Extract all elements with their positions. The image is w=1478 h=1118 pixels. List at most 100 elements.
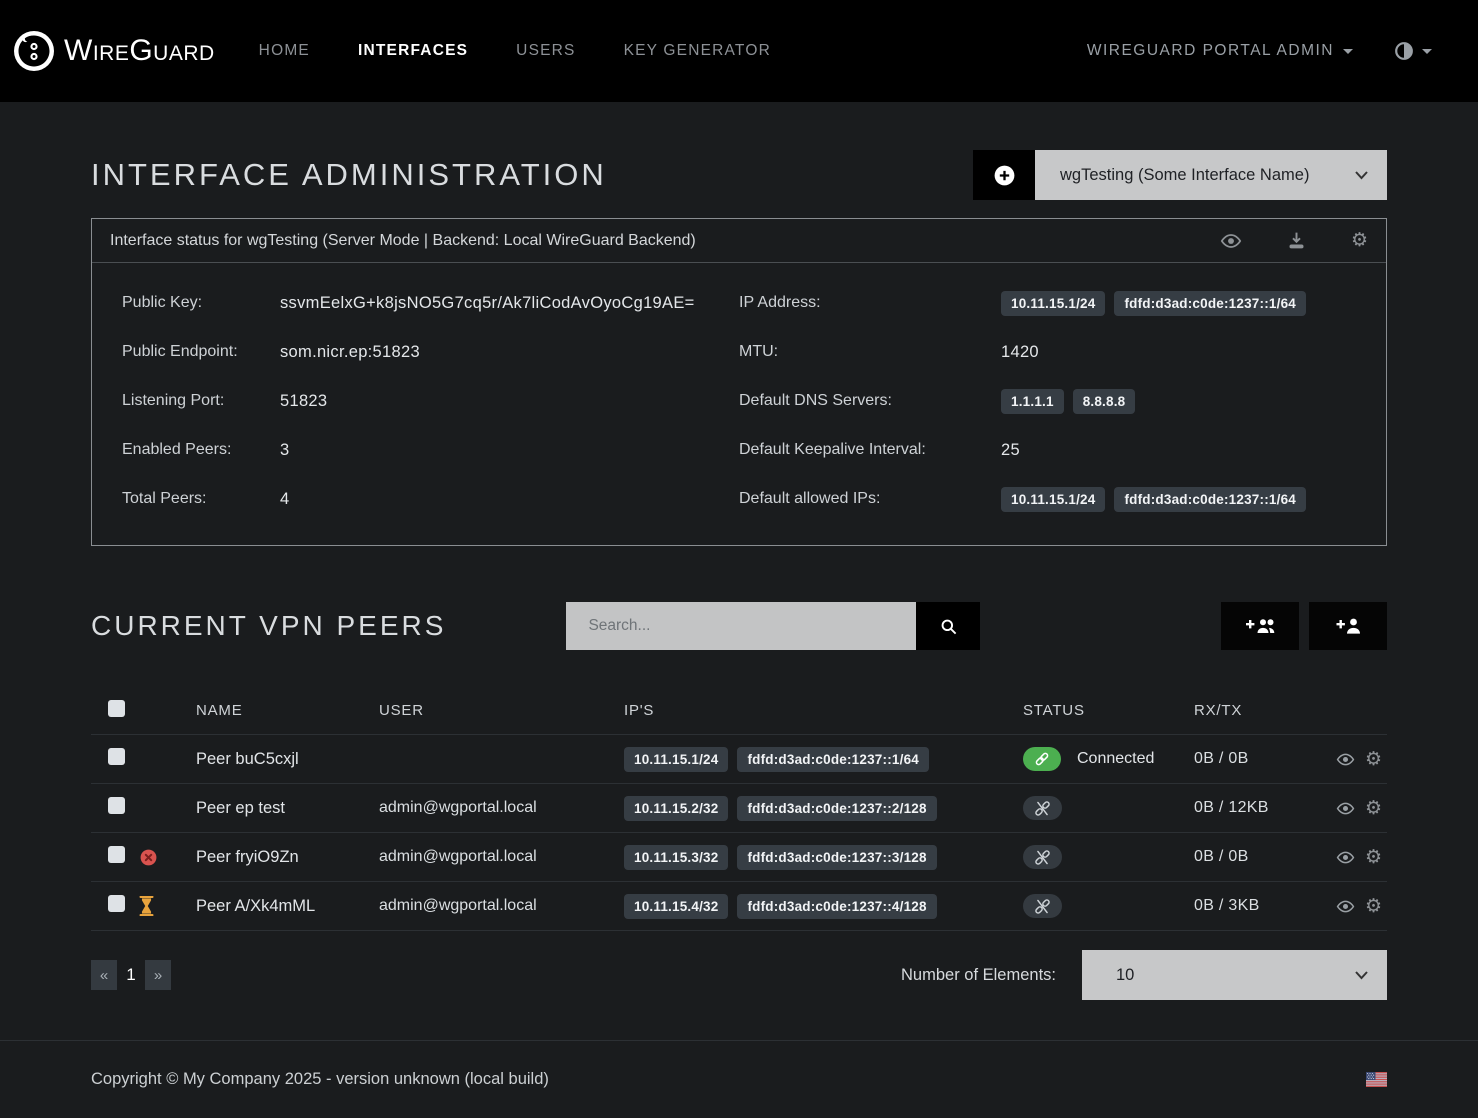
eye-icon — [1336, 750, 1355, 769]
page-title: INTERFACE ADMINISTRATION — [91, 157, 607, 193]
peer-view-button[interactable] — [1336, 750, 1355, 769]
peer-user: admin@wgportal.local — [379, 799, 624, 817]
field-label: Enabled Peers: — [122, 441, 280, 459]
search-button[interactable] — [916, 602, 980, 650]
chevron-down-icon — [1354, 170, 1369, 180]
field-label: Public Endpoint: — [122, 343, 280, 361]
keepalive-row: Default Keepalive Interval: 25 — [739, 438, 1356, 462]
peer-settings-button[interactable]: ⚙ — [1365, 848, 1382, 867]
peer-settings-button[interactable]: ⚙ — [1365, 750, 1382, 769]
peer-settings-button[interactable]: ⚙ — [1365, 897, 1382, 916]
peer-name: Peer fryiO9Zn — [196, 848, 379, 867]
row-checkbox[interactable] — [108, 846, 125, 863]
ip-badge: 10.11.15.1/24 — [1001, 291, 1105, 316]
row-checkbox[interactable] — [108, 797, 125, 814]
peer-ips: 10.11.15.2/32 fdfd:d3ad:c0de:1237::2/128 — [624, 796, 1023, 821]
user-menu[interactable]: WIREGUARD PORTAL ADMIN — [1087, 42, 1353, 60]
interface-select-value: wgTesting (Some Interface Name) — [1060, 166, 1309, 185]
table-header-row: NAME USER IP'S STATUS RX/TX — [91, 686, 1387, 735]
us-flag-icon[interactable] — [1366, 1072, 1387, 1087]
eye-icon — [1220, 230, 1242, 252]
public-key-value: ssvmEelxG+k8jsNO5G7cq5r/Ak7liCodAvOyoCg1… — [280, 294, 695, 313]
add-peer-button[interactable] — [1309, 602, 1387, 650]
pagination: « 1 » — [91, 960, 171, 990]
peer-ip-badge: 10.11.15.1/24 — [624, 747, 728, 772]
col-header-rxtx: RX/TX — [1194, 702, 1336, 719]
peer-name: Peer buC5cxjl — [196, 750, 379, 769]
search-icon — [939, 617, 958, 636]
peer-name: Peer A/Xk4mML — [196, 897, 379, 916]
allowed-ips-row: Default allowed IPs: 10.11.15.1/24 fdfd:… — [739, 487, 1356, 511]
status-label: Connected — [1077, 750, 1154, 768]
search-input[interactable] — [566, 602, 916, 650]
theme-half-circle-icon — [1393, 40, 1415, 62]
nav-item-interfaces[interactable]: INTERFACES — [358, 42, 468, 60]
peer-rxtx: 0B / 0B — [1194, 848, 1336, 866]
public-key-row: Public Key: ssvmEelxG+k8jsNO5G7cq5r/Ak7l… — [122, 291, 739, 315]
col-header-user: USER — [379, 702, 624, 719]
add-interface-button[interactable] — [973, 150, 1035, 200]
peer-ip-badge: 10.11.15.2/32 — [624, 796, 728, 821]
pagination-page-1[interactable]: 1 — [118, 960, 144, 990]
interface-select[interactable]: wgTesting (Some Interface Name) — [1035, 150, 1387, 200]
peers-section-title: CURRENT VPN PEERS — [91, 610, 446, 642]
interface-status-card: Interface status for wgTesting (Server M… — [91, 218, 1387, 546]
gear-icon: ⚙ — [1365, 750, 1382, 769]
status-badge — [1023, 747, 1061, 771]
field-label: Default DNS Servers: — [739, 392, 1001, 410]
allowed-ip-badge: 10.11.15.1/24 — [1001, 487, 1105, 512]
peer-view-button[interactable] — [1336, 799, 1355, 818]
gear-icon: ⚙ — [1351, 231, 1368, 250]
field-label: Total Peers: — [122, 490, 280, 508]
peer-view-button[interactable] — [1336, 848, 1355, 867]
field-label: Default Keepalive Interval: — [739, 441, 1001, 459]
pagination-prev-button[interactable]: « — [91, 960, 117, 990]
download-config-button[interactable] — [1286, 230, 1307, 251]
field-label: Default allowed IPs: — [739, 490, 1001, 508]
peer-settings-button[interactable]: ⚙ — [1365, 799, 1382, 818]
eye-icon — [1336, 897, 1355, 916]
circle-x-icon — [139, 848, 158, 867]
peer-ip-badge: fdfd:d3ad:c0de:1237::2/128 — [737, 796, 936, 821]
peer-ips: 10.11.15.1/24fdfd:d3ad:c0de:1237::1/64 — [624, 747, 1023, 772]
public-endpoint-value: som.nicr.ep:51823 — [280, 343, 420, 362]
total-peers-row: Total Peers: 4 — [122, 487, 739, 511]
gear-icon: ⚙ — [1365, 848, 1382, 867]
elements-per-page-select[interactable]: 10 — [1082, 950, 1387, 1000]
view-config-button[interactable] — [1220, 230, 1242, 252]
status-badge — [1023, 894, 1062, 918]
gear-icon: ⚙ — [1365, 799, 1382, 818]
dns-badge: 8.8.8.8 — [1073, 389, 1136, 414]
table-row: Peer buC5cxjl 10.11.15.1/24fdfd:d3ad:c0d… — [91, 735, 1387, 784]
elements-per-page-label: Number of Elements: — [901, 966, 1056, 985]
card-title: Interface status for wgTesting (Server M… — [110, 232, 696, 250]
status-badge — [1023, 845, 1062, 869]
add-multiple-peers-button[interactable] — [1221, 602, 1299, 650]
mtu-row: MTU: 1420 — [739, 340, 1356, 364]
select-all-checkbox[interactable] — [108, 700, 125, 717]
table-row: Peer ep test admin@wgportal.local 10.11.… — [91, 784, 1387, 833]
col-header-ips: IP'S — [624, 702, 1023, 719]
nav-item-users[interactable]: USERS — [516, 42, 575, 60]
nav-links: HOME INTERFACES USERS KEY GENERATOR — [259, 42, 771, 60]
table-row: Peer A/Xk4mML admin@wgportal.local 10.11… — [91, 882, 1387, 931]
allowed-ip-badge: fdfd:d3ad:c0de:1237::1/64 — [1114, 487, 1306, 512]
theme-toggle[interactable] — [1393, 40, 1432, 62]
interface-settings-button[interactable]: ⚙ — [1351, 231, 1368, 250]
ip-address-row: IP Address: 10.11.15.1/24 fdfd:d3ad:c0de… — [739, 291, 1356, 315]
row-checkbox[interactable] — [108, 748, 125, 765]
brand[interactable]: WireGuard — [12, 29, 215, 73]
peer-view-button[interactable] — [1336, 897, 1355, 916]
listening-port-row: Listening Port: 51823 — [122, 389, 739, 413]
nav-item-key-generator[interactable]: KEY GENERATOR — [624, 42, 771, 60]
wireguard-logo — [12, 29, 56, 73]
add-users-icon — [1243, 615, 1277, 637]
status-badge — [1023, 796, 1062, 820]
col-header-status: STATUS — [1023, 702, 1194, 719]
link-icon — [1034, 751, 1050, 767]
row-checkbox[interactable] — [108, 895, 125, 912]
nav-item-home[interactable]: HOME — [259, 42, 310, 60]
field-label: Public Key: — [122, 294, 280, 312]
peer-ip-badge: fdfd:d3ad:c0de:1237::3/128 — [737, 845, 936, 870]
pagination-next-button[interactable]: » — [145, 960, 171, 990]
